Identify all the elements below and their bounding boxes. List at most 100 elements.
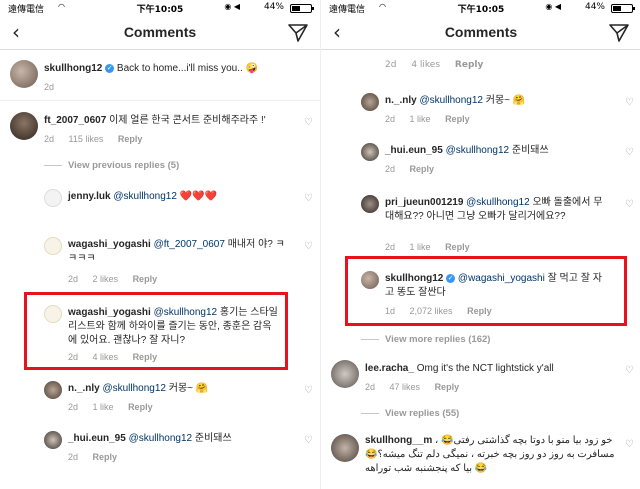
view-replies[interactable]: View replies (55) (361, 408, 459, 419)
like-count[interactable]: 4 likes (93, 352, 119, 362)
timestamp: 2d (44, 82, 55, 92)
nav-bar: ‹ Comments (0, 16, 320, 50)
avatar[interactable] (361, 143, 379, 161)
page-title: Comments (444, 24, 518, 40)
emoji: 🤗 (512, 95, 526, 106)
comment-username[interactable]: _hui.eun_95 (68, 433, 126, 444)
comment-username[interactable]: skullhong12 (385, 273, 443, 284)
reply-comment-highlighted: wagashi_yogashi @skullhong12 홍기는 스타일리스트와… (44, 302, 280, 364)
reply-comment: wagashi_yogashi @ft_2007_0607 매내저 야? ㅋㅋㅋ… (44, 234, 314, 284)
mention-link[interactable]: @skullhong12 (129, 433, 193, 444)
reply-button[interactable]: Reply (410, 164, 435, 174)
reply-button[interactable]: Reply (467, 306, 492, 316)
like-count[interactable]: 115 likes (69, 134, 104, 144)
status-icons: ◉ ◀ (545, 2, 561, 11)
mention-link[interactable]: @wagashi_yogashi (458, 273, 545, 284)
heart-icon[interactable]: ♡ (304, 240, 314, 252)
avatar[interactable] (44, 237, 62, 255)
heart-icon[interactable]: ♡ (304, 116, 314, 128)
reply-comment: n._.nly @skullhong12 커몽~ 🤗 2d 1 like Rep… (361, 90, 635, 124)
page-title: Comments (123, 24, 197, 40)
mention-link[interactable]: @skullhong12 (446, 145, 510, 156)
mention-link[interactable]: @skullhong12 (466, 197, 530, 208)
left-screen: 遠傳電信 ◠ 下午10:05 ◉ ◀ 44% ‹ Comments skullh… (0, 0, 320, 489)
comment: skullhong__m خو زود بیا منو با دوتا بچه … (329, 430, 635, 486)
comment-text: ❤️❤️❤️ (179, 191, 218, 202)
comment-username[interactable]: n._.nly (68, 383, 100, 394)
comment-username[interactable]: _hui.eun_95 (385, 145, 443, 156)
reply-comment: _hui.eun_95 @skullhong12 준비돼쓰 2d Reply ♡ (44, 428, 314, 462)
heart-icon[interactable]: ♡ (304, 434, 314, 446)
avatar[interactable] (44, 305, 62, 323)
timestamp: 2d (385, 114, 396, 124)
heart-icon[interactable]: ♡ (625, 146, 635, 158)
view-more-replies[interactable]: View more replies (162) (361, 334, 490, 345)
mention-link[interactable]: @skullhong12 (154, 307, 218, 318)
avatar[interactable] (44, 189, 62, 207)
verified-icon: ✓ (446, 273, 456, 283)
heart-icon[interactable]: ♡ (625, 364, 635, 376)
like-count[interactable]: 2 likes (93, 274, 119, 284)
timestamp: 2d (365, 382, 376, 392)
heart-icon[interactable]: ♡ (625, 438, 635, 450)
comment-username[interactable]: n._.nly (385, 95, 417, 106)
avatar[interactable] (44, 431, 62, 449)
reply-button[interactable]: Reply (93, 452, 118, 462)
caption-username[interactable]: skullhong12 (44, 63, 102, 74)
view-previous-replies[interactable]: View previous replies (5) (44, 160, 179, 171)
heart-icon[interactable]: ♡ (625, 198, 635, 210)
comment-username[interactable]: ft_2007_0607 (44, 115, 106, 126)
avatar[interactable] (10, 112, 38, 140)
reply-button[interactable]: Reply (133, 352, 158, 362)
comment-username[interactable]: wagashi_yogashi (68, 307, 151, 318)
battery-percent: 44% (584, 2, 605, 12)
battery-icon (290, 4, 314, 13)
timestamp: 2d (68, 402, 79, 412)
like-count[interactable]: 4 likes (411, 60, 440, 70)
reply-button[interactable]: Reply (455, 60, 483, 70)
reply-comment: n._.nly @skullhong12 커몽~ 🤗 2d 1 like Rep… (44, 378, 314, 412)
send-icon[interactable] (609, 24, 629, 42)
reply-button[interactable]: Reply (128, 402, 153, 412)
mention-link[interactable]: @skullhong12 (102, 383, 166, 394)
like-count[interactable]: 2,072 likes (410, 306, 453, 316)
comment-text: 이제 얼른 한국 콘서트 준비해주라주 !' (109, 115, 266, 126)
reply-button[interactable]: Reply (118, 134, 143, 144)
heart-icon[interactable]: ♡ (625, 96, 635, 108)
reply-button[interactable]: Reply (445, 242, 470, 252)
mention-link[interactable]: @skullhong12 (419, 95, 483, 106)
reply-button[interactable]: Reply (445, 114, 470, 124)
reply-button[interactable]: Reply (133, 274, 158, 284)
battery-percent: 44% (263, 2, 284, 12)
reply-button[interactable]: Reply (435, 382, 460, 392)
timestamp: 2d (68, 452, 79, 462)
like-count[interactable]: 1 like (93, 402, 114, 412)
comment-username[interactable]: lee.racha_ (365, 363, 414, 374)
like-count[interactable]: 1 like (410, 114, 431, 124)
comment-username[interactable]: wagashi_yogashi (68, 239, 151, 250)
comment: ft_2007_0607 이제 얼른 한국 콘서트 준비해주라주 !' 2d 1… (8, 108, 314, 148)
timestamp: 1d (385, 306, 396, 316)
mention-link[interactable]: @skullhong12 (113, 191, 177, 202)
heart-icon[interactable]: ♡ (304, 384, 314, 396)
send-icon[interactable] (288, 24, 308, 42)
reply-comment: _hui.eun_95 @skullhong12 준비돼쓰 2d Reply ♡ (361, 140, 635, 174)
comment-username[interactable]: skullhong__m (365, 435, 432, 446)
emoji: 🤗 (195, 383, 209, 394)
avatar[interactable] (361, 93, 379, 111)
comment-username[interactable]: pri_jueun001219 (385, 197, 463, 208)
comment-username[interactable]: jenny.luk (68, 191, 111, 202)
heart-icon[interactable]: ♡ (304, 192, 314, 204)
avatar[interactable] (331, 360, 359, 388)
comment-text: 준비돼쓰 (511, 145, 549, 156)
avatar[interactable] (10, 60, 38, 88)
like-count[interactable]: 1 like (410, 242, 431, 252)
avatar[interactable] (331, 434, 359, 462)
avatar[interactable] (361, 195, 379, 213)
avatar[interactable] (44, 381, 62, 399)
timestamp: 2d (385, 242, 396, 252)
like-count[interactable]: 47 likes (390, 382, 421, 392)
timestamp: 2d (385, 60, 397, 70)
avatar[interactable] (361, 271, 379, 289)
mention-link[interactable]: @ft_2007_0607 (154, 239, 225, 250)
